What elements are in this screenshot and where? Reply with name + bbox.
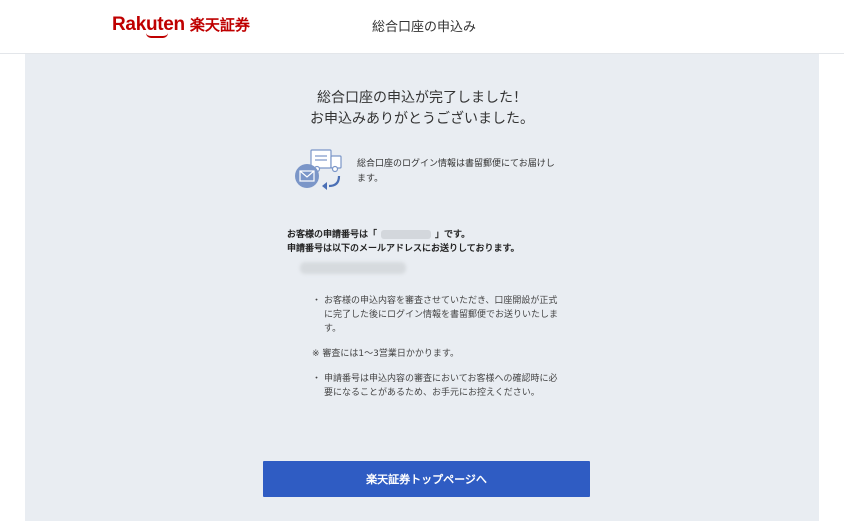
application-sent-line: 申請番号は以下のメールアドレスにお送りしております。 bbox=[287, 244, 520, 254]
mail-delivery-notice: 総合口座のログイン情報は書留郵便にてお届けします。 bbox=[357, 159, 555, 184]
headline-line-2: お申込みありがとうございました。 bbox=[310, 111, 534, 127]
completion-panel: 総合口座の申込が完了しました！ お申込みありがとうございました。 総合口座のログ… bbox=[25, 54, 819, 521]
note-item: ※ 審査には1〜3営業日かかります。 bbox=[312, 347, 562, 361]
headline-line-1: 総合口座の申込が完了しました！ bbox=[317, 90, 527, 106]
masked-application-number bbox=[381, 230, 432, 239]
note-mark: ※ bbox=[312, 349, 320, 359]
logo-text-en: Rakuten bbox=[112, 14, 185, 38]
notes-list: ・ お客様の申込内容を審査させていただき、口座開設が正式に完了した後にログイン情… bbox=[312, 294, 562, 411]
mail-delivery-icon bbox=[295, 149, 342, 190]
bullet-mark: ・ bbox=[312, 296, 322, 306]
completion-headline: 総合口座の申込が完了しました！ お申込みありがとうございました。 bbox=[25, 88, 819, 130]
application-prefix: お客様の申請番号は「 bbox=[287, 230, 378, 240]
note-text: 審査には1〜3営業日かかります。 bbox=[322, 349, 459, 359]
note-text: お客様の申込内容を審査させていただき、口座開設が正式に完了した後にログイン情報を… bbox=[324, 296, 559, 334]
application-number-info: お客様の申請番号は「 」です。 申請番号は以下のメールアドレスにお送りしております… bbox=[287, 228, 617, 256]
masked-email-address bbox=[300, 262, 406, 274]
note-item: ・ お客様の申込内容を審査させていただき、口座開設が正式に完了した後にログイン情… bbox=[312, 294, 562, 336]
page-header: Rakuten 楽天証券 総合口座の申込み bbox=[0, 0, 844, 54]
bullet-mark: ・ bbox=[312, 374, 322, 384]
rakuten-securities-logo[interactable]: Rakuten 楽天証券 bbox=[112, 13, 250, 38]
logo-text-ja: 楽天証券 bbox=[189, 16, 250, 34]
note-item: ・ 申請番号は申込内容の審査においてお客様への確認時に必要になることがあるため、… bbox=[312, 372, 562, 400]
note-text: 申請番号は申込内容の審査においてお客様への確認時に必要になることがあるため、お手… bbox=[324, 374, 558, 398]
page-title: 総合口座の申込み bbox=[372, 20, 477, 35]
top-page-button[interactable]: 楽天証券トップページへ bbox=[263, 461, 590, 497]
application-suffix: 」です。 bbox=[435, 230, 471, 240]
application-number-line: お客様の申請番号は「 」です。 bbox=[287, 228, 617, 242]
